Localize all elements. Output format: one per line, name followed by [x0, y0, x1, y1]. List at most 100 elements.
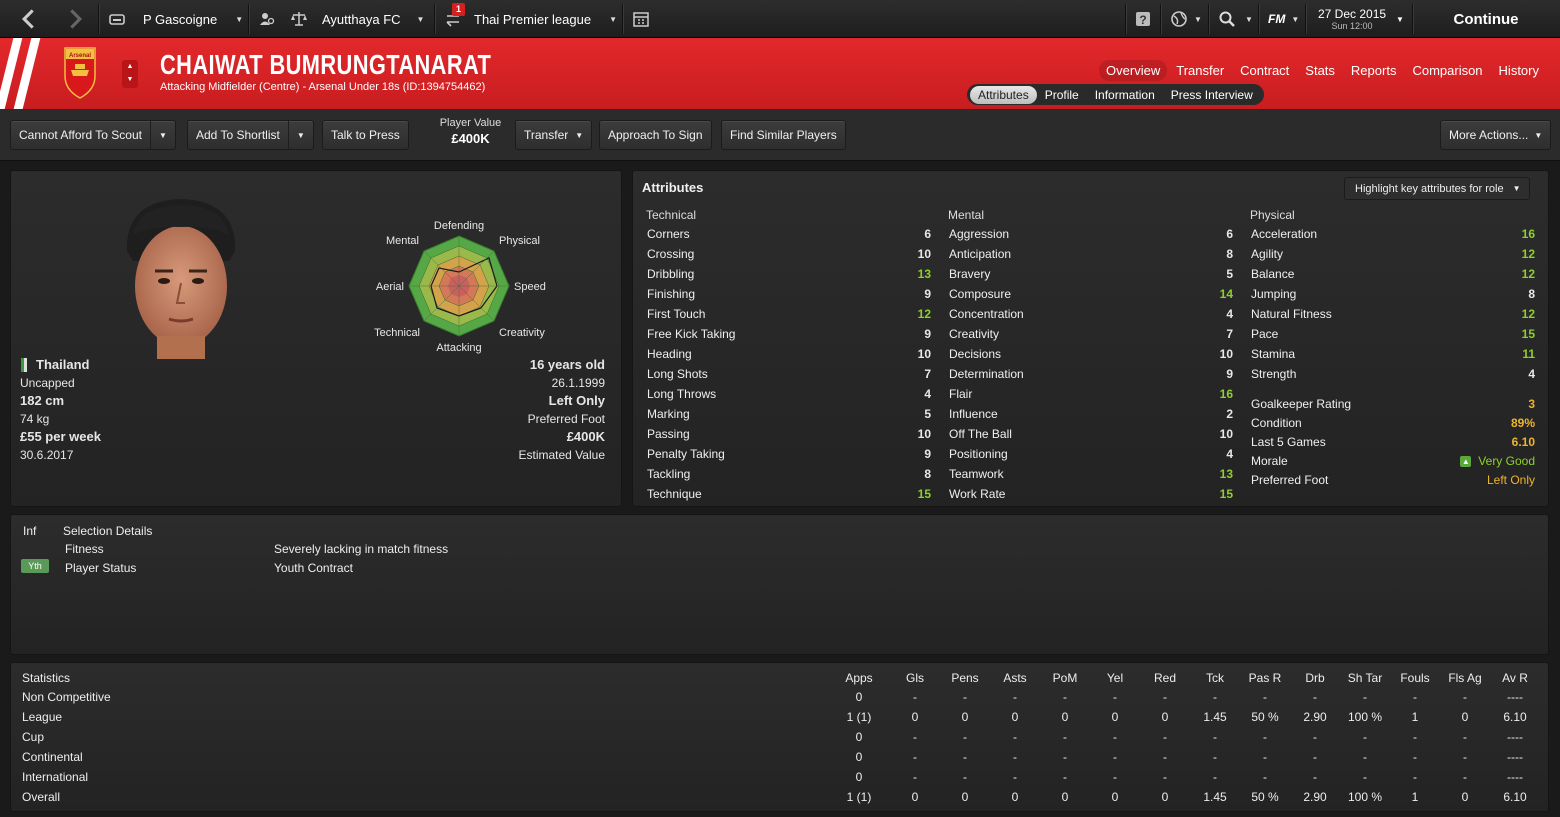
mental-attribute-row[interactable]: Determination 9 — [949, 364, 1233, 384]
talk-to-press-button[interactable]: Talk to Press — [322, 120, 409, 150]
tab-transfer[interactable]: Transfer — [1169, 60, 1231, 81]
club-menu[interactable]: Ayutthaya FC ▼ — [258, 0, 424, 38]
technical-attribute-row[interactable]: Finishing 9 — [647, 284, 931, 304]
shortlist-button[interactable]: Add To Shortlist ▼ — [187, 120, 314, 150]
physical-attribute-row[interactable]: Strength 4 — [1251, 364, 1535, 384]
attribute-value: 4 — [1226, 447, 1233, 461]
league-menu[interactable]: Thai Premier league ▼ — [444, 0, 617, 38]
transfer-button[interactable]: Transfer ▼ — [515, 120, 593, 150]
mental-attribute-row[interactable]: Decisions 10 — [949, 344, 1233, 364]
technical-attribute-row[interactable]: Tackling 8 — [647, 464, 931, 484]
technical-attribute-row[interactable]: Long Throws 4 — [647, 384, 931, 404]
manager-menu[interactable]: P Gascoigne ▼ — [108, 0, 243, 38]
forward-icon[interactable] — [64, 0, 86, 38]
technical-attribute-row[interactable]: Passing 10 — [647, 424, 931, 444]
action-bar: Cannot Afford To Scout ▼ Add To Shortlist… — [0, 109, 1560, 161]
stats-cell: ---- — [1507, 770, 1523, 784]
date-display[interactable]: 27 Dec 2015 Sun 12:00 — [1318, 0, 1386, 38]
mental-attribute-row[interactable]: Aggression 6 — [949, 224, 1233, 244]
technical-attribute-row[interactable]: Technique 15 — [647, 484, 931, 504]
fm-menu[interactable]: FM ▼ — [1268, 0, 1299, 38]
technical-attribute-row[interactable]: Heading 10 — [647, 344, 931, 364]
technical-attribute-row[interactable]: First Touch 12 — [647, 304, 931, 324]
physical-attribute-row[interactable]: Acceleration 16 — [1251, 224, 1535, 244]
wage: £55 per week — [20, 429, 101, 444]
flag-icon — [21, 357, 27, 372]
subtab-attributes[interactable]: Attributes — [970, 85, 1037, 104]
tab-contract[interactable]: Contract — [1233, 60, 1296, 81]
extra-attribute-row[interactable]: Goalkeeper Rating 3 — [1251, 394, 1535, 414]
stats-column-header[interactable]: Apps — [829, 671, 889, 685]
subtab-information[interactable]: Information — [1087, 86, 1163, 104]
technical-attribute-row[interactable]: Crossing 10 — [647, 244, 931, 264]
tab-reports[interactable]: Reports — [1344, 60, 1404, 81]
highlight-attributes-dropdown[interactable]: Highlight key attributes for role ▼ — [1344, 177, 1530, 200]
technical-attribute-row[interactable]: Free Kick Taking 9 — [647, 324, 931, 344]
attribute-name: Marking — [647, 407, 690, 421]
attribute-name: Tackling — [647, 467, 691, 481]
technical-attribute-row[interactable]: Penalty Taking 9 — [647, 444, 931, 464]
extra-attribute-row[interactable]: Morale ▲ Very Good — [1251, 451, 1535, 471]
height: 182 cm — [20, 393, 65, 408]
estimated-value-label: Estimated Value — [518, 448, 606, 462]
help-icon[interactable]: ? — [1134, 0, 1152, 38]
radar-label-defending: Defending — [434, 220, 484, 232]
technical-attribute-row[interactable]: Dribbling 13 — [647, 264, 931, 284]
attribute-value: 9 — [924, 327, 931, 341]
tab-stats[interactable]: Stats — [1298, 60, 1342, 81]
continue-button[interactable]: Continue — [1412, 0, 1560, 38]
physical-attribute-row[interactable]: Natural Fitness 12 — [1251, 304, 1535, 324]
tab-overview[interactable]: Overview — [1099, 60, 1168, 81]
approach-to-sign-button[interactable]: Approach To Sign — [599, 120, 712, 150]
physical-attribute-row[interactable]: Balance 12 — [1251, 264, 1535, 284]
attribute-name: Flair — [949, 387, 973, 401]
mental-attribute-row[interactable]: Positioning 4 — [949, 444, 1233, 464]
extra-attribute-row[interactable]: Condition 89% — [1251, 413, 1535, 433]
attribute-name: Heading — [647, 347, 692, 361]
stats-column-header[interactable]: Av R — [1485, 671, 1545, 685]
physical-attribute-row[interactable]: Pace 15 — [1251, 324, 1535, 344]
attribute-value: 9 — [924, 447, 931, 461]
mental-attribute-row[interactable]: Off The Ball 10 — [949, 424, 1233, 444]
chevron-down-icon: ▼ — [416, 14, 425, 24]
mental-attribute-row[interactable]: Concentration 4 — [949, 304, 1233, 324]
attribute-value: 4 — [1528, 367, 1535, 381]
attribute-name: Free Kick Taking — [647, 327, 736, 341]
calendar-icon[interactable] — [632, 0, 650, 38]
chevron-down-icon[interactable]: ▼ — [1396, 0, 1404, 38]
main-tabs: Overview Transfer Contract Stats Reports… — [1097, 60, 1546, 81]
world-menu[interactable]: ▼ — [1170, 0, 1202, 38]
player-nav-arrows[interactable]: ▲ ▼ — [122, 60, 138, 88]
extra-attribute-row[interactable]: Preferred Foot Left Only — [1251, 470, 1535, 490]
physical-attribute-row[interactable]: Jumping 8 — [1251, 284, 1535, 304]
subtab-press-interview[interactable]: Press Interview — [1163, 86, 1261, 104]
nation-row[interactable]: Thailand — [21, 357, 89, 372]
technical-attribute-row[interactable]: Corners 6 — [647, 224, 931, 244]
player-status-label: Player Status — [65, 561, 137, 575]
mental-attribute-row[interactable]: Composure 14 — [949, 284, 1233, 304]
mental-attribute-row[interactable]: Teamwork 13 — [949, 464, 1233, 484]
attribute-value: 13 — [917, 267, 931, 281]
mental-attribute-row[interactable]: Bravery 5 — [949, 264, 1233, 284]
physical-attribute-row[interactable]: Stamina 11 — [1251, 344, 1535, 364]
mental-attribute-row[interactable]: Creativity 7 — [949, 324, 1233, 344]
technical-attribute-row[interactable]: Long Shots 7 — [647, 364, 931, 384]
mental-attribute-row[interactable]: Anticipation 8 — [949, 244, 1233, 264]
technical-attribute-row[interactable]: Marking 5 — [647, 404, 931, 424]
stats-cell: 0 — [855, 750, 863, 764]
attribute-name: Last 5 Games — [1251, 435, 1326, 449]
find-similar-players-button[interactable]: Find Similar Players — [721, 120, 846, 150]
mental-attribute-row[interactable]: Work Rate 15 — [949, 484, 1233, 504]
radar-label-technical: Technical — [374, 327, 420, 339]
mental-attribute-row[interactable]: Flair 16 — [949, 384, 1233, 404]
more-actions-button[interactable]: More Actions... ▼ — [1440, 120, 1552, 150]
extra-attribute-row[interactable]: Last 5 Games 6.10 — [1251, 432, 1535, 452]
tab-comparison[interactable]: Comparison — [1405, 60, 1489, 81]
back-icon[interactable] — [18, 0, 40, 38]
subtab-profile[interactable]: Profile — [1037, 86, 1087, 104]
physical-attribute-row[interactable]: Agility 12 — [1251, 244, 1535, 264]
mental-attribute-row[interactable]: Influence 2 — [949, 404, 1233, 424]
search-menu[interactable]: ▼ — [1218, 0, 1253, 38]
tab-history[interactable]: History — [1492, 60, 1546, 81]
scout-button[interactable]: Cannot Afford To Scout ▼ — [10, 120, 176, 150]
